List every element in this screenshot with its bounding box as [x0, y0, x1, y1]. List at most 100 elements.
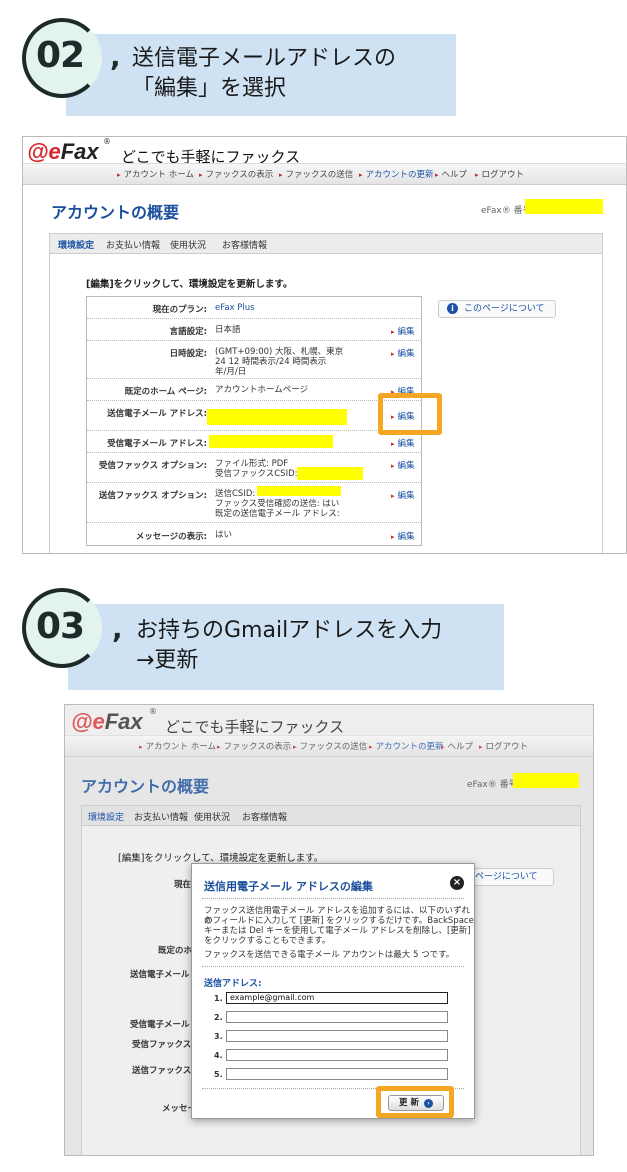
- logo-fax: Fax: [104, 709, 143, 734]
- nav-send-fax[interactable]: ▸ ファックスの送信: [279, 168, 353, 180]
- nav-help[interactable]: ▸ ヘルプ: [435, 168, 467, 180]
- settings-table: 現在のプラン: eFax Plus 言語設定: 日本語 ▸ 編集 日時設定: (G…: [86, 296, 422, 546]
- update-button-highlight: [376, 1086, 454, 1118]
- efax-logo[interactable]: @eFax: [71, 709, 143, 735]
- table-row: 受信電子メール アドレス: ▸ 編集: [87, 431, 421, 453]
- tab-billing[interactable]: お支払い情報: [134, 810, 188, 823]
- row-value: 日本語: [215, 325, 241, 335]
- nav-arrow-icon: ▸: [139, 743, 143, 751]
- row-label-partial: 受信電子メール: [130, 1020, 190, 1030]
- tab-preferences[interactable]: 環境設定: [88, 810, 124, 823]
- arrow-icon: ▸: [391, 440, 395, 448]
- step3-line1: お持ちのGmailアドレスを入力: [136, 618, 443, 643]
- step2-line1: 送信電子メールアドレスの: [132, 46, 397, 71]
- fax-number-redacted: [525, 199, 603, 214]
- row-label: 日時設定:: [169, 349, 207, 359]
- efax-account-screenshot: @eFax ® どこでも手軽にファックス ▸ アカウント ホーム ▸ ファックスの表…: [22, 136, 627, 554]
- logo-fax: Fax: [60, 139, 99, 164]
- header: @eFax ® どこでも手軽にファックス: [65, 705, 593, 739]
- divider: [202, 898, 464, 899]
- row-label: 受信ファックス オプション:: [98, 461, 207, 471]
- table-row: 受信ファックス オプション: ファイル形式: PDF 受信ファックスCSID: …: [87, 453, 421, 483]
- tab-customer-info[interactable]: お客様情報: [242, 810, 287, 823]
- row-value-line: (GMT+09:00) 大阪、札幌、東京: [215, 347, 344, 357]
- efax-logo[interactable]: @eFax: [27, 139, 99, 165]
- tab-usage[interactable]: 使用状況: [170, 238, 206, 251]
- edit-link[interactable]: ▸ 編集: [391, 437, 415, 449]
- send-address-input-3[interactable]: [226, 1030, 448, 1042]
- arrow-icon: ▸: [391, 492, 395, 500]
- row-label: 送信ファックス オプション:: [98, 491, 207, 501]
- row-label: 現在のプラン:: [152, 305, 207, 315]
- nav-update-account[interactable]: ▸ アカウントの更新: [359, 168, 434, 180]
- edit-link[interactable]: ▸ 編集: [391, 347, 415, 359]
- edit-link[interactable]: ▸ 編集: [391, 489, 415, 501]
- row-value-line: ファイル形式: PDF: [215, 459, 289, 469]
- arrow-icon: ▸: [391, 462, 395, 470]
- efax-edit-modal-screenshot: @eFax ® どこでも手軽にファックス ▸ アカウント ホーム ▸ ファックスの表…: [64, 704, 594, 1156]
- about-page-button[interactable]: i このページについて: [438, 300, 556, 318]
- instruction-text: [編集]をクリックして、環境設定を更新します。: [86, 279, 293, 290]
- nav-arrow-icon: ▸: [475, 171, 479, 179]
- nav-arrow-icon: ▸: [441, 743, 445, 751]
- send-address-input-2[interactable]: [226, 1011, 448, 1023]
- send-address-input-5[interactable]: [226, 1068, 448, 1080]
- send-address-input-4[interactable]: [226, 1049, 448, 1061]
- nav-bar: ▸ アカウント ホーム ▸ ファックスの表示 ▸ ファックスの送信 ▸ アカウントの更新…: [65, 735, 593, 757]
- step2-line2: 「編集」を選択: [132, 76, 287, 101]
- row-label: 送信電子メール アドレス:: [107, 409, 207, 419]
- edit-send-email-dialog: 送信用電子メール アドレスの編集 × ファックス送信用電子メール アドレスを追加…: [191, 863, 475, 1119]
- row-value: はい: [215, 530, 233, 540]
- nav-account-home[interactable]: ▸ アカウント ホーム: [139, 740, 216, 752]
- nav-help[interactable]: ▸ ヘルプ: [441, 740, 473, 752]
- nav-view-fax[interactable]: ▸ ファックスの表示: [217, 740, 291, 752]
- table-row: 送信電子メール アドレス: ▸ 編集: [87, 401, 421, 431]
- table-row: 現在のプラン: eFax Plus: [87, 297, 421, 319]
- registered-mark: ®: [149, 707, 157, 716]
- nav-arrow-icon: ▸: [435, 171, 439, 179]
- nav-logout[interactable]: ▸ ログアウト: [479, 740, 528, 752]
- table-row: 既定のホーム ページ: アカウントホームページ ▸ 編集: [87, 379, 421, 401]
- close-icon[interactable]: ×: [450, 876, 464, 890]
- tab-bar: 環境設定 お支払い情報 使用状況 お客様情報: [82, 806, 580, 826]
- step3-comma-mark: ,: [112, 612, 123, 645]
- edit-link[interactable]: ▸ 編集: [391, 459, 415, 471]
- tab-customer-info[interactable]: お客様情報: [222, 238, 267, 251]
- step3-number: 03: [36, 606, 85, 647]
- tab-usage[interactable]: 使用状況: [194, 810, 230, 823]
- receive-email-redacted: [209, 435, 333, 448]
- send-email-redacted: [207, 409, 347, 425]
- field-number: 1.: [214, 994, 223, 1003]
- send-email-edit-highlight: [378, 393, 442, 435]
- table-row: 日時設定: (GMT+09:00) 大阪、札幌、東京 24 12 時間表示/24…: [87, 341, 421, 379]
- table-row: 送信ファックス オプション: 送信CSID: ファックス受信確認の送信: はい …: [87, 483, 421, 523]
- send-address-label: 送信アドレス:: [204, 979, 262, 989]
- row-value-line: 既定の送信電子メール アドレス:: [215, 509, 340, 519]
- nav-update-account[interactable]: ▸ アカウントの更新: [369, 740, 444, 752]
- row-label-partial: 送信電子メール: [130, 970, 190, 980]
- table-row: 言語設定: 日本語 ▸ 編集: [87, 319, 421, 341]
- dialog-desc-line: キーまたは Del キーを使用して電子メール アドレスを削除し、[更新]: [204, 926, 471, 936]
- dialog-desc-line: をクリックすることもできます。: [204, 936, 331, 946]
- about-page-button[interactable]: ページについて: [462, 868, 554, 886]
- field-number: 3.: [214, 1032, 223, 1041]
- nav-send-fax[interactable]: ▸ ファックスの送信: [293, 740, 367, 752]
- edit-link[interactable]: ▸ 編集: [391, 325, 415, 337]
- row-value: アカウントホームページ: [215, 385, 309, 395]
- tab-billing[interactable]: お支払い情報: [106, 238, 160, 251]
- step2-number: 02: [36, 35, 85, 76]
- send-address-input-1[interactable]: example@gmail.com: [226, 992, 448, 1004]
- edit-link[interactable]: ▸ 編集: [391, 530, 415, 542]
- send-csid-redacted: [257, 486, 341, 496]
- settings-panel: 環境設定 お支払い情報 使用状況 お客様情報 [編集]をクリックして、環境設定を…: [49, 233, 603, 553]
- nav-view-fax[interactable]: ▸ ファックスの表示: [199, 168, 273, 180]
- tab-preferences[interactable]: 環境設定: [58, 238, 94, 251]
- divider: [202, 966, 464, 967]
- nav-arrow-icon: ▸: [279, 171, 283, 179]
- row-value[interactable]: eFax Plus: [215, 303, 255, 313]
- nav-account-home[interactable]: ▸ アカウント ホーム: [117, 168, 194, 180]
- field-number: 4.: [214, 1051, 223, 1060]
- nav-arrow-icon: ▸: [217, 743, 221, 751]
- nav-logout[interactable]: ▸ ログアウト: [475, 168, 524, 180]
- nav-arrow-icon: ▸: [369, 743, 373, 751]
